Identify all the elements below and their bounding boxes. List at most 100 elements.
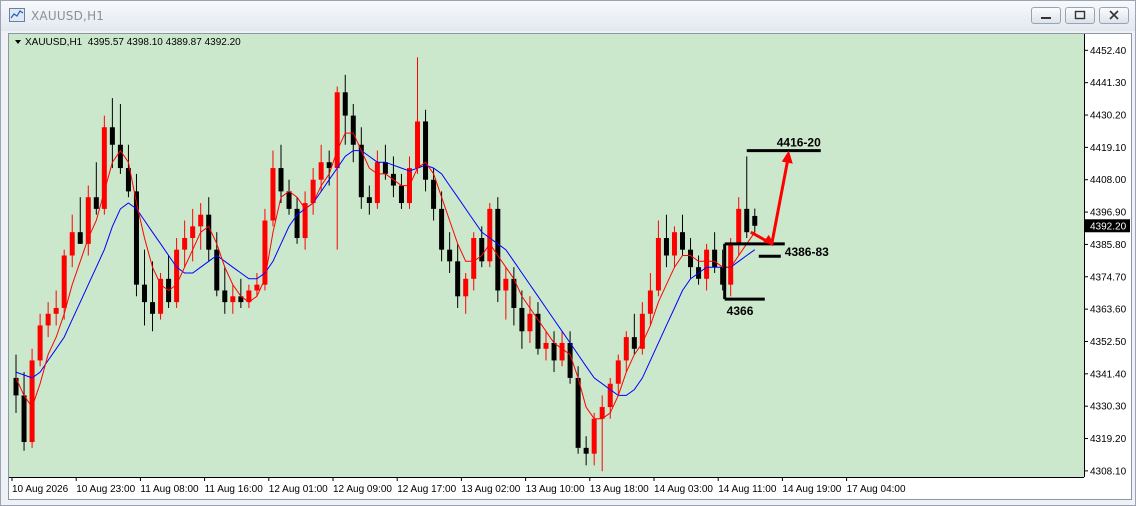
candle-body [270,168,276,221]
candle [487,203,493,268]
chart-window-icon [9,8,25,22]
candle-body [358,144,364,198]
candle-body [141,284,147,303]
candle-body [350,115,356,145]
candle-body [623,337,629,361]
candle-body [663,238,669,256]
close-icon [1109,10,1119,20]
window-title: XAUUSD,H1 [31,9,105,23]
candle-body [198,214,204,227]
candle-body [543,342,549,349]
price-tick-label: 4430.20 [1090,111,1127,122]
candle-body [398,185,404,204]
candle-body [463,278,469,297]
time-tick-label: 17 Aug 04:00 [847,484,906,495]
time-tick-label: 13 Aug 18:00 [590,484,649,495]
candle-body [559,342,565,361]
candle-body [61,255,67,308]
candle-body [447,249,453,262]
candle-body [671,232,677,256]
title-bar[interactable]: XAUUSD,H1 [1,1,1135,31]
support-level-label: 4366 [727,304,754,318]
symbol-ohlc-text: XAUUSD,H1 4395.57 4398.10 4389.87 4392.2… [25,37,241,48]
time-tick-label: 14 Aug 19:00 [782,484,841,495]
minimize-icon [1041,17,1051,19]
candle-body [439,208,445,250]
time-tick-label: 14 Aug 11:00 [718,484,777,495]
time-tick-label: 10 Aug 2026 [12,484,69,495]
plot-background [9,34,1084,477]
candle-body [69,232,75,256]
candle-body [647,290,653,314]
candle-body [278,168,284,192]
candle-body [583,447,589,454]
current-price-marker: 4392.20 [1085,219,1130,233]
candle-body [21,395,27,443]
candle-body [503,278,509,291]
time-tick-label: 12 Aug 01:00 [269,484,328,495]
time-tick-label: 11 Aug 08:00 [140,484,199,495]
candle-body [688,249,694,268]
candle [495,197,501,303]
close-button[interactable] [1099,7,1129,24]
price-chart[interactable]: 4416-20 4386-83 4366 4452.40 4441.30 4430.20… [9,34,1131,499]
price-tick-label: 4374.70 [1090,272,1127,283]
candle-body [752,215,758,226]
candle-body [575,377,581,448]
candle-body [631,337,637,349]
candle-body [712,249,718,268]
candle-body [744,208,750,233]
candle-body [93,197,99,209]
candle [29,348,35,448]
price-tick-label: 4385.80 [1090,240,1127,251]
price-tick-label: 4363.60 [1090,305,1127,316]
maximize-button[interactable] [1065,7,1095,24]
time-tick-label: 13 Aug 02:00 [461,484,520,495]
candle-body [736,208,742,244]
candle-body [374,162,380,204]
candle-body [133,191,139,285]
candle-body [551,342,557,361]
price-tick-label: 4352.50 [1090,337,1127,348]
candle-body [366,197,372,204]
candle-body [326,162,332,169]
target-level-label: 4416-20 [777,136,821,150]
candle-body [77,232,83,244]
candle-body [190,226,196,239]
maximize-icon [1074,10,1086,20]
candle-body [222,290,228,303]
candle-body [487,208,493,262]
candle-body [382,162,388,174]
time-tick-label: 13 Aug 10:00 [526,484,585,495]
candle-body [318,162,324,180]
chart-area[interactable]: 4416-20 4386-83 4366 4452.40 4441.30 4430.20… [8,33,1132,500]
candle-body [479,238,485,262]
minimize-button[interactable] [1031,7,1061,24]
candle-body [527,313,533,332]
candle-body [174,249,180,303]
candle [101,115,107,215]
time-tick-label: 11 Aug 16:00 [205,484,264,495]
candle-body [615,360,621,384]
time-tick-label: 12 Aug 09:00 [333,484,392,495]
candle-body [45,313,51,326]
candle-body [704,249,710,279]
time-tick-label: 10 Aug 23:00 [76,484,135,495]
candle-body [150,302,156,314]
price-tick-label: 4408.00 [1090,175,1127,186]
candle-body [53,307,59,314]
candle-body [431,179,437,209]
candle-body [206,214,212,250]
candle-body [117,144,123,169]
candle-body [591,418,597,454]
price-tick-label: 4452.40 [1090,46,1127,57]
candle-body [655,238,661,291]
candle-body [519,307,525,332]
candle-body [471,238,477,279]
candle-body [182,238,188,250]
candle-body [37,325,43,361]
candle-body [415,121,421,169]
resistance-level-label: 4386-83 [785,245,829,259]
time-tick-label: 14 Aug 03:00 [654,484,713,495]
candle-body [423,121,429,180]
